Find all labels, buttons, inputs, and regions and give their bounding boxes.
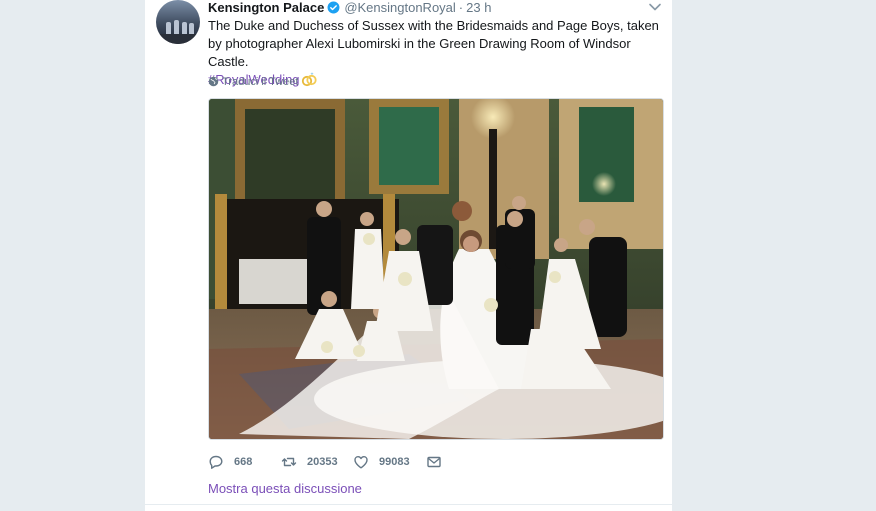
display-name[interactable]: Kensington Palace [208,0,324,15]
tweet-header: Kensington Palace @KensingtonRoyal · 23 h [208,0,668,16]
tweet-photo[interactable] [208,98,664,440]
like-count: 99083 [379,456,410,468]
heart-icon [354,456,368,469]
dot-separator: · [458,0,464,15]
envelope-icon [427,456,441,468]
globe-icon [208,76,219,87]
reply-icon [209,455,223,469]
handle[interactable]: @KensingtonRoyal [344,0,455,15]
chevron-down-icon[interactable] [648,0,662,14]
timestamp[interactable]: 23 h [466,0,491,15]
verified-badge-icon [327,1,340,18]
translate-tweet-link[interactable]: Traduci il Tweet [208,75,298,89]
tweet-card: Kensington Palace @KensingtonRoyal · 23 h T… [144,0,673,511]
like-button[interactable]: 99083 [353,452,410,472]
retweet-button[interactable]: 20353 [281,452,338,472]
avatar[interactable] [156,0,200,44]
reply-button[interactable]: 668 [208,452,252,472]
wedding-rings-emoji [301,72,317,92]
tweet-body: The Duke and Duchess of Sussex with the … [208,18,659,69]
divider [145,504,672,505]
translate-label: Traduci il Tweet [222,76,299,88]
retweet-icon [281,457,297,467]
show-thread-link[interactable]: Mostra questa discussione [208,481,362,497]
direct-message-button[interactable] [426,452,452,472]
tweet-actions: 668 20353 99083 [208,452,508,472]
reply-count: 668 [234,456,253,468]
retweet-count: 20353 [307,456,338,468]
